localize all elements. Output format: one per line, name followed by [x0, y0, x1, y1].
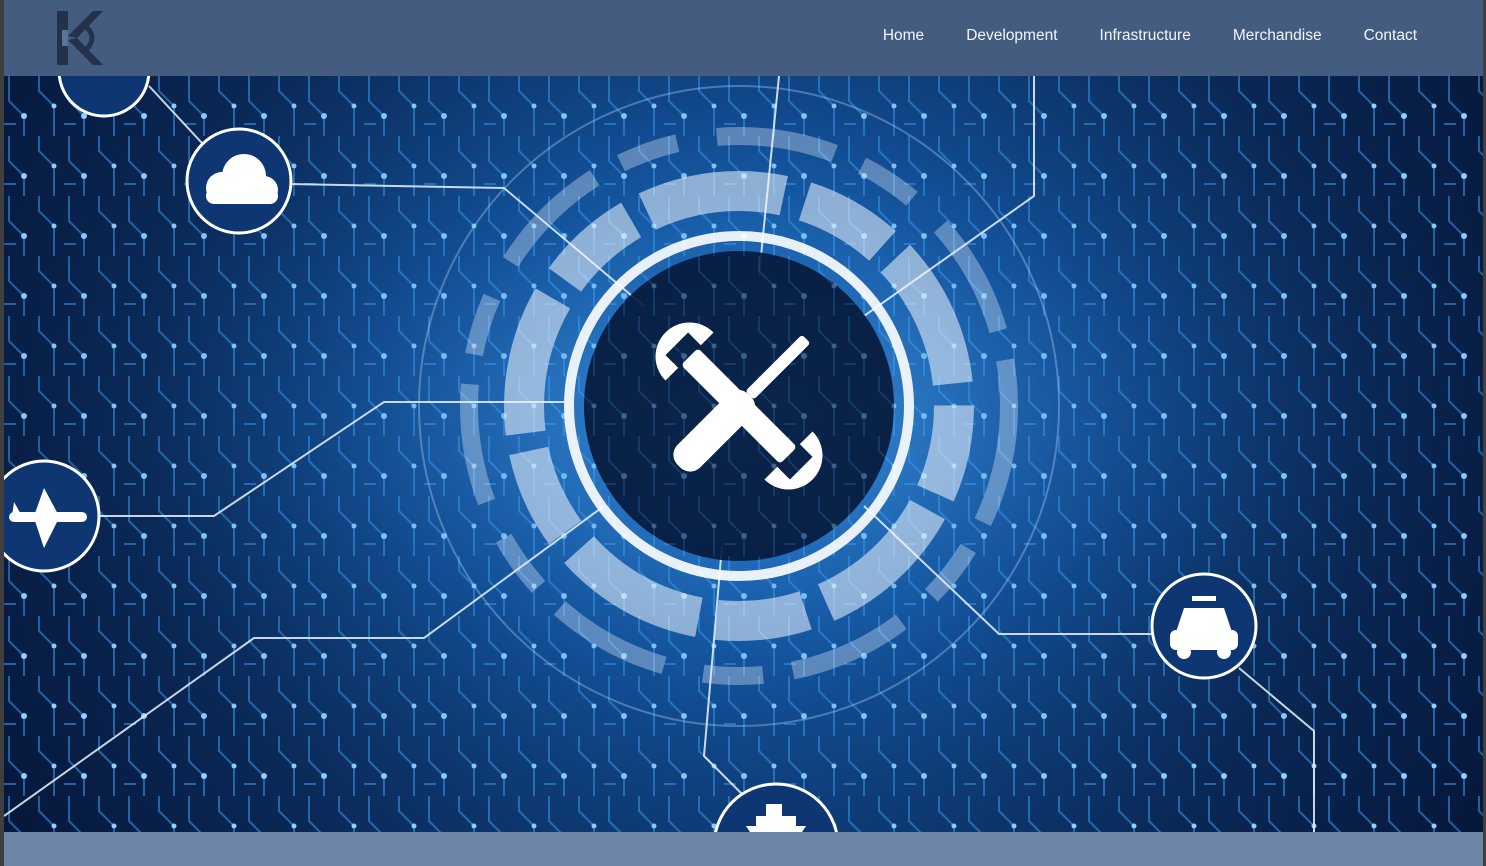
page-frame: Home Development Infrastructure Merchand…: [4, 0, 1483, 866]
car-node: [1150, 572, 1258, 680]
nav-merchandise-link[interactable]: Merchandise: [1233, 27, 1322, 45]
footer-strip: [4, 832, 1483, 866]
nav-infrastructure-link[interactable]: Infrastructure: [1100, 27, 1191, 45]
nav-home-link[interactable]: Home: [883, 27, 924, 45]
nav-contact-link[interactable]: Contact: [1364, 27, 1417, 45]
hero-banner-image: [4, 76, 1483, 832]
main-nav: Home Development Infrastructure Merchand…: [883, 27, 1417, 45]
cloud-node: [185, 127, 293, 235]
nav-development-link[interactable]: Development: [966, 27, 1057, 45]
airplane-node: [4, 459, 101, 573]
top-navbar: Home Development Infrastructure Merchand…: [4, 0, 1483, 76]
k-monogram-logo-icon[interactable]: [55, 10, 105, 66]
